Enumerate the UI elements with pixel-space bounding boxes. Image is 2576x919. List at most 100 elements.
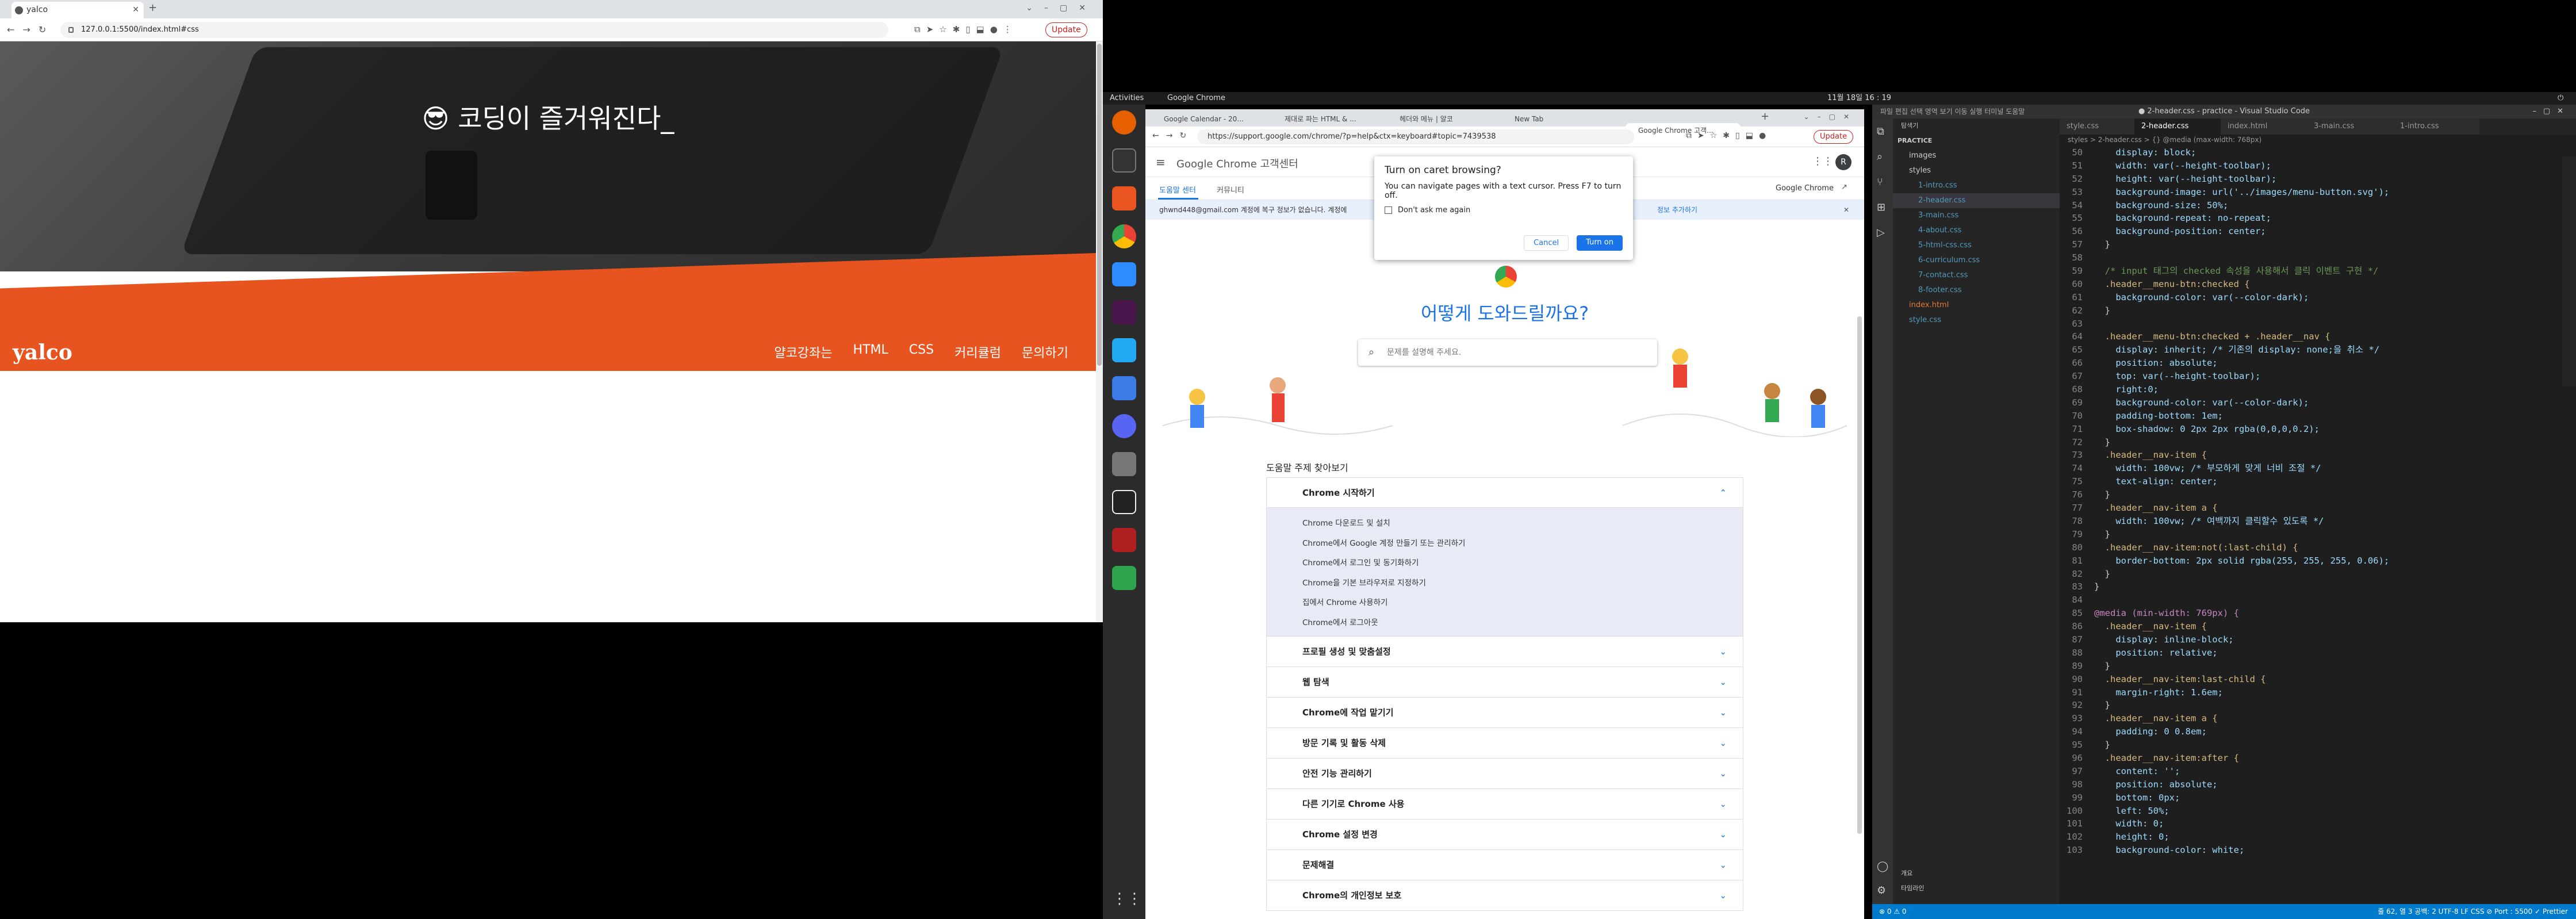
toolbar-icons[interactable]: ⧉➤☆✱▯⬓● [1686,131,1772,140]
accordion-row[interactable]: 방문 기록 및 활동 삭제 ⌄ [1266,728,1743,759]
close-banner-icon[interactable]: ✕ [1843,200,1849,220]
code-line[interactable]: 71 box-shadow: 0 2px 2px rgba(0,0,0,0.2)… [2060,423,2554,436]
accordion-row[interactable]: 다른 기기로 Chrome 사용 ⌄ [1266,789,1743,820]
file-item[interactable]: 7-contact.css [1893,268,2060,283]
code-line[interactable]: 58 [2060,251,2554,265]
window-controls[interactable]: ⌄–▢✕ [1804,113,1857,121]
source-control-icon[interactable]: ⑂ [1877,176,1883,188]
code-line[interactable]: 86 .header__nav-item { [2060,620,2554,633]
checkbox-icon[interactable] [1385,206,1392,214]
code-line[interactable]: 72 } [2060,436,2554,449]
code-line[interactable]: 82 } [2060,568,2554,581]
folder-practice[interactable]: PRACTICE [1893,133,2060,148]
code-line[interactable]: 97 content: ''; [2060,765,2554,778]
left-scrollbar[interactable] [1096,41,1103,622]
toolbar-icons[interactable]: ⧉➤☆✱▯⬓●⋮ [914,24,1018,35]
file-item[interactable]: index.html [1893,298,2060,313]
cancel-button[interactable]: Cancel [1524,235,1569,251]
help-search-input[interactable]: 문제를 설명해 주세요. [1358,339,1657,366]
code-line[interactable]: 91 margin-right: 1.6em; [2060,686,2554,699]
code-line[interactable]: 59 /* input 태그의 checked 속성을 사용해서 클릭 이벤트 … [2060,265,2554,278]
code-line[interactable]: 67 top: var(--height-toolbar); [2060,370,2554,383]
explorer-icon[interactable]: ⧉ [1877,125,1884,137]
file-item[interactable]: 5-html-css.css [1893,238,2060,253]
search-icon[interactable]: ⌕ [1877,151,1883,163]
accordion-header-getting-started[interactable]: Chrome 시작하기 ⌃ [1266,477,1743,508]
code-line[interactable]: 98 position: absolute; [2060,778,2554,791]
code-line[interactable]: 95 } [2060,738,2554,752]
editor-tab[interactable]: index.html [2221,118,2307,135]
code-line[interactable]: 52 height: var(--height-toolbar); [2060,173,2554,186]
site-title[interactable]: Google Chrome 고객센터 [1176,156,1298,171]
tab-community[interactable]: 커뮤니티 [1217,184,1244,195]
accordion-link[interactable]: Chrome에서 Google 계정 만들기 또는 관리하기 [1267,534,1743,554]
code-line[interactable]: 64 .header__menu-btn:checked + .header__… [2060,330,2554,343]
run-debug-icon[interactable]: ▷ [1877,227,1885,239]
dont-ask-checkbox[interactable]: Don't ask me again [1385,206,1623,215]
code-line[interactable]: 50 display: block; [2060,146,2554,159]
code-line[interactable]: 93 .header__nav-item a { [2060,712,2554,725]
code-line[interactable]: 84 [2060,593,2554,607]
file-item-active[interactable]: 2-header.css [1893,193,2060,208]
timeline-section[interactable]: 타임라인 [1893,881,1924,896]
code-line[interactable]: 60 .header__menu-btn:checked { [2060,278,2554,291]
update-button[interactable]: Update [1045,22,1087,37]
file-item[interactable]: 3-main.css [1893,208,2060,223]
file-item[interactable]: 4-about.css [1893,223,2060,238]
window-controls[interactable]: ⌄–▢✕ [1026,3,1097,13]
filezilla-icon[interactable] [1112,528,1136,552]
accordion-link[interactable]: Chrome에서 로그아웃 [1267,613,1743,633]
new-tab-icon[interactable]: + [148,2,157,14]
code-line[interactable]: 102 height: 0; [2060,830,2554,844]
music-icon[interactable] [1112,490,1136,514]
accordion-row[interactable]: Chrome에 작업 맡기기 ⌄ [1266,698,1743,728]
code-line[interactable]: 80 .header__nav-item:not(:last-child) { [2060,541,2554,554]
accordion-row[interactable]: 웹 탐색 ⌄ [1266,667,1743,698]
discord-icon[interactable] [1112,414,1136,438]
code-line[interactable]: 103 background-color: white; [2060,844,2554,857]
editor-tab-active[interactable]: 2-header.css [2134,118,2221,135]
update-button[interactable]: Update [1814,130,1854,144]
nav-item-about[interactable]: 얄코강좌는 [774,343,832,361]
editor-tab[interactable]: style.css [2060,118,2134,135]
code-line[interactable]: 100 left: 50%; [2060,805,2554,818]
code-line[interactable]: 90 .header__nav-item:last-child { [2060,673,2554,686]
file-item[interactable]: 1-intro.css [1893,178,2060,193]
accordion-link[interactable]: 집에서 Chrome 사용하기 [1267,593,1743,613]
apps-grid-icon[interactable]: ⋮⋮ [1812,155,1833,167]
left-url-field[interactable]: 127.0.0.1:5500/index.html#css [60,22,888,38]
nav-item-css[interactable]: CSS [909,343,934,361]
banner-link[interactable]: 정보 추가하기 [1657,200,1697,220]
accordion-row[interactable]: 문제해결 ⌄ [1266,850,1743,880]
accordion-link[interactable]: Chrome에서 로그인 및 동기화하기 [1267,553,1743,573]
code-editor[interactable]: 50 display: block; 51 width: var(--height… [2060,146,2554,857]
code-line[interactable]: 61 background-color: var(--color-dark); [2060,291,2554,304]
new-tab-icon[interactable]: + [1761,110,1769,122]
code-line[interactable]: 65 display: inherit; /* 기존의 display: non… [2060,343,2554,357]
minimap[interactable] [2562,156,2576,386]
tab-new[interactable]: New Tab [1502,112,1611,127]
code-line[interactable]: 62 } [2060,304,2554,317]
tab-html-course[interactable]: 제대로 파는 HTML & ... [1272,112,1381,127]
code-line[interactable]: 81 border-bottom: 2px solid rgba(255, 25… [2060,554,2554,568]
account-icon[interactable]: ◯ [1877,860,1888,872]
show-apps-icon[interactable]: ⋮⋮ [1112,887,1142,911]
code-line[interactable]: 78 width: 100vw; /* 여백까지 클릭할수 있도록 */ [2060,515,2554,528]
code-line[interactable]: 75 text-align: center; [2060,475,2554,488]
folder-item[interactable]: images [1893,148,2060,163]
nav-buttons-icon[interactable]: ←→↻ [7,24,54,35]
problems-status[interactable]: ⊗ 0 ⚠ 0 [1879,907,1907,916]
gear-icon[interactable]: ⚙ [1877,884,1886,897]
file-item[interactable]: 6-curriculum.css [1893,253,2060,268]
code-line[interactable]: 77 .header__nav-item a { [2060,501,2554,515]
code-line[interactable]: 56 background-position: center; [2060,225,2554,238]
firefox-icon[interactable] [1112,110,1136,135]
kakao-icon[interactable] [1112,566,1136,590]
close-tab-icon[interactable]: ✕ [132,2,139,18]
site-logo[interactable]: yalco [13,340,72,365]
editor-tab[interactable]: 1-intro.css [2393,118,2479,135]
tab-header-menu[interactable]: 헤더와 메뉴 | 얄코 [1387,112,1496,127]
code-line[interactable]: 66 position: absolute; [2060,357,2554,370]
code-line[interactable]: 88 position: relative; [2060,646,2554,660]
nav-item-html[interactable]: HTML [853,343,888,361]
